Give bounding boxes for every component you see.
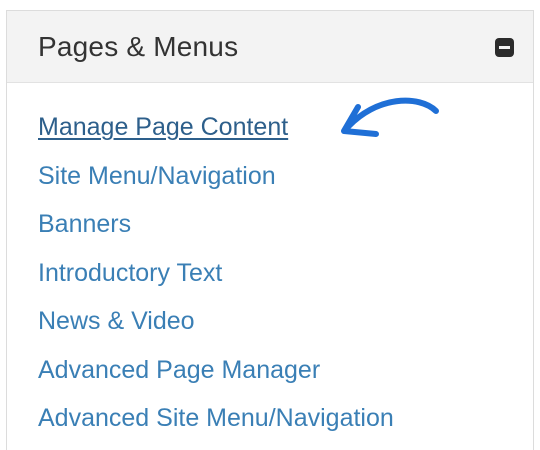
panel-header: Pages & Menus	[7, 11, 533, 83]
banners-link[interactable]: Banners	[38, 210, 131, 238]
list-item: Site Menu/Navigation	[38, 157, 394, 206]
advanced-site-menu-navigation-link[interactable]: Advanced Site Menu/Navigation	[38, 404, 394, 432]
panel-title: Pages & Menus	[38, 31, 239, 62]
news-video-link[interactable]: News & Video	[38, 307, 195, 335]
link-list: Manage Page Content Site Menu/Navigation…	[38, 108, 394, 448]
list-item: Banners	[38, 205, 394, 254]
list-item: News & Video	[38, 302, 394, 351]
curved-arrow-icon	[341, 97, 439, 137]
list-item: Advanced Site Menu/Navigation	[38, 399, 394, 448]
list-item: Introductory Text	[38, 254, 394, 303]
list-item: Advanced Page Manager	[38, 351, 394, 400]
collapse-icon[interactable]	[495, 38, 514, 57]
minus-icon	[499, 46, 510, 49]
pages-menus-panel: Pages & Menus Manage Page Content Site M…	[6, 10, 534, 450]
introductory-text-link[interactable]: Introductory Text	[38, 259, 222, 287]
advanced-page-manager-link[interactable]: Advanced Page Manager	[38, 356, 320, 384]
manage-page-content-link[interactable]: Manage Page Content	[38, 113, 288, 141]
site-menu-navigation-link[interactable]: Site Menu/Navigation	[38, 162, 276, 190]
